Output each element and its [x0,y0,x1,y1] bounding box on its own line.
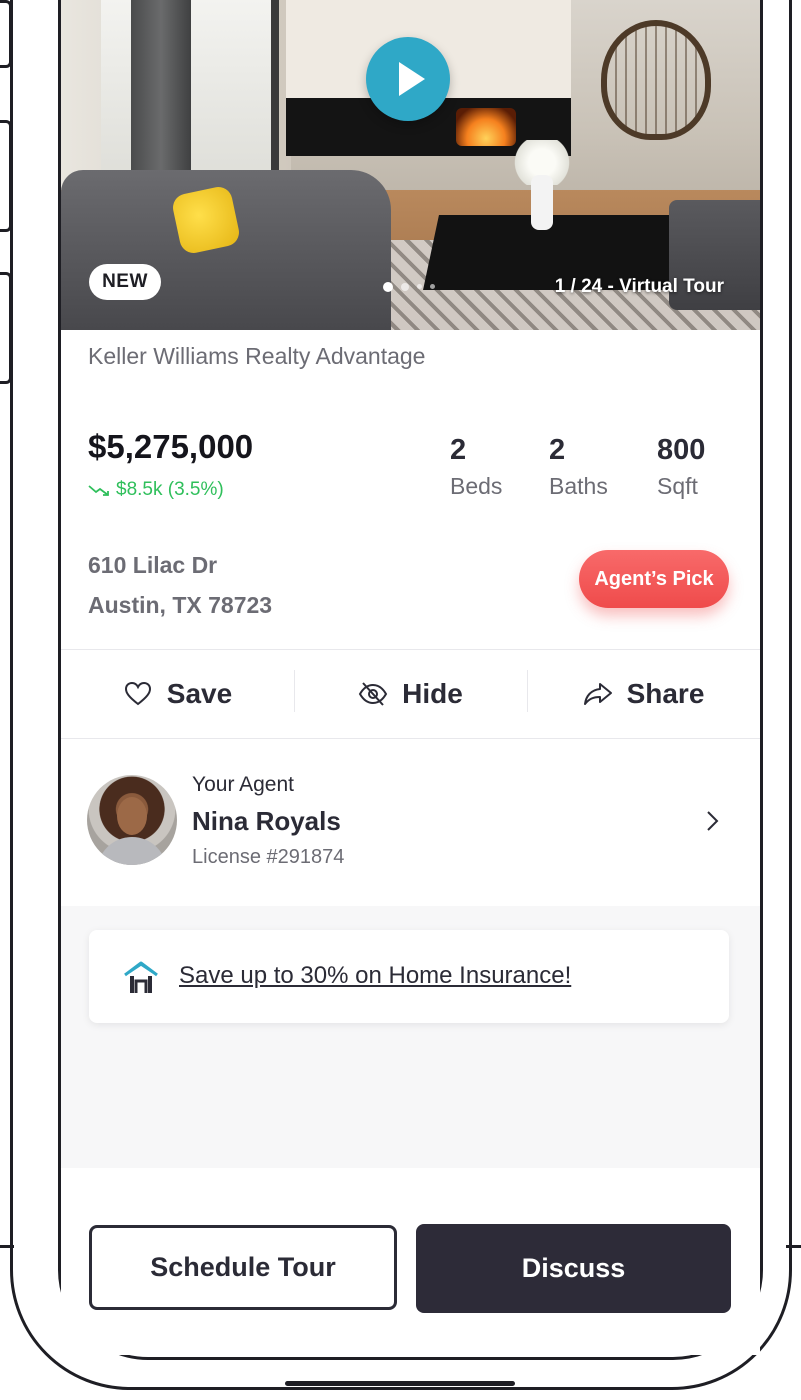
address-line-2: Austin, TX 78723 [88,592,273,618]
insurance-promo-link[interactable]: Save up to 30% on Home Insurance! [179,962,571,990]
listing-detail-screen: NEW 1 / 24 - Virtual Tour Keller William… [61,0,760,1355]
heart-icon [124,681,151,706]
phone-frame-line-left [0,1245,14,1248]
listing-price: $5,275,000 [88,428,254,465]
action-bar: Save Hide Share [61,650,760,738]
home-insurance-icon [124,961,158,993]
beds-label: Beds [450,473,503,499]
address-line-1: 610 Lilac Dr [88,552,218,578]
play-video-button[interactable] [366,37,450,121]
hide-label: Hide [402,678,463,709]
agent-license: License #291874 [192,846,345,868]
baths-label: Baths [549,473,608,499]
photo-hanging-chair [601,20,711,140]
trend-down-icon [88,485,109,496]
divider [61,738,760,739]
sqft-label: Sqft [657,473,698,499]
phone-volume-down-button [0,272,12,384]
price-change-text: $8.5k (3.5%) [116,479,224,500]
schedule-tour-button[interactable]: Schedule Tour [89,1225,397,1310]
save-button[interactable]: Save [61,650,294,738]
baths-value: 2 [549,434,566,466]
share-button[interactable]: Share [527,650,760,738]
listing-address: 610 Lilac Dr Austin, TX 78723 [88,545,272,625]
phone-side-button [0,0,12,68]
phone-volume-up-button [0,120,12,232]
agents-pick-badge[interactable]: Agent’s Pick [579,550,729,608]
eye-off-icon [359,682,388,706]
chevron-right-icon [707,811,719,831]
sqft-value: 800 [657,434,706,466]
avatar-face [117,797,147,835]
price-change: $8.5k (3.5%) [88,479,224,501]
hide-button[interactable]: Hide [294,650,527,738]
agent-label: Your Agent [192,773,294,796]
photo-fire [456,108,516,146]
brokerage-name: Keller Williams Realty Advantage [88,343,426,369]
beds-stat: 2 Beds [450,434,502,500]
photo-vase [531,175,553,230]
carousel-dots[interactable] [383,282,435,292]
share-arrow-icon [583,683,612,705]
carousel-dot[interactable] [430,284,435,289]
avatar [87,775,177,865]
avatar-shirt [97,837,167,865]
carousel-dot[interactable] [417,284,422,289]
carousel-dot-active[interactable] [383,282,393,292]
photo-counter: 1 / 24 - Virtual Tour [554,276,724,297]
agent-name: Nina Royals [192,806,341,836]
phone-frame-line-right [786,1245,801,1248]
carousel-dot[interactable] [401,283,409,291]
new-badge: NEW [89,264,161,300]
discuss-button[interactable]: Discuss [416,1224,731,1313]
share-label: Share [626,678,705,709]
home-indicator [285,1381,515,1386]
beds-value: 2 [450,434,467,466]
baths-stat: 2 Baths [549,434,608,500]
sqft-stat: 800 Sqft [657,434,705,500]
agent-row[interactable]: Your Agent Nina Royals License #291874 [61,740,760,906]
insurance-promo-card[interactable]: Save up to 30% on Home Insurance! [89,930,729,1023]
listing-photo[interactable]: NEW 1 / 24 - Virtual Tour [61,0,760,330]
save-label: Save [166,678,233,709]
photo-pillow [170,184,242,256]
